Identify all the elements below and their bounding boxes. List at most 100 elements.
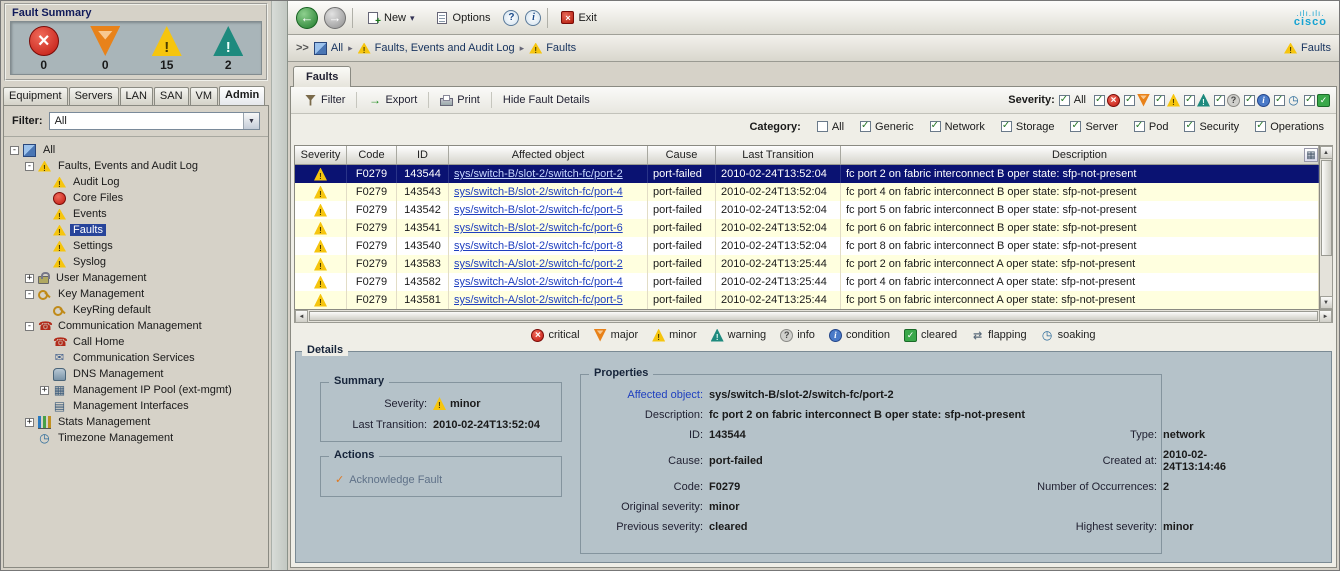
tree-expander[interactable]: - (25, 161, 34, 171)
affected-object-link[interactable]: sys/switch-B/slot-2/switch-fc/port-6 (454, 222, 623, 234)
chevron-down-icon[interactable] (243, 113, 259, 129)
affected-object-link[interactable]: sys/switch-A/slot-2/switch-fc/port-5 (454, 294, 623, 306)
column-header-code[interactable]: Code (347, 146, 397, 164)
tab-faults[interactable]: Faults (293, 66, 352, 87)
category-operations[interactable]: Operations (1255, 120, 1324, 133)
tree-item-faults[interactable]: +Faults (6, 222, 266, 238)
tree-item-core-files[interactable]: +Core Files (6, 190, 266, 206)
table-row-143541[interactable]: F0279143541 sys/switch-B/slot-2/switch-fc… (295, 219, 1319, 237)
tree-item-call-home[interactable]: +Call Home (6, 334, 266, 350)
column-header-id[interactable]: ID (397, 146, 449, 164)
breadcrumb-item-all[interactable]: All (313, 41, 343, 55)
category-all[interactable]: All (816, 121, 844, 133)
tree-item-syslog[interactable]: +Syslog (6, 254, 266, 270)
scrollbar-thumb[interactable] (1320, 160, 1332, 256)
pane-splitter[interactable] (271, 1, 288, 570)
table-row-143581[interactable]: F0279143581 sys/switch-A/slot-2/switch-fc… (295, 291, 1319, 309)
tree-item-timezone-management[interactable]: +Timezone Management (6, 430, 266, 446)
category-operations-checkbox[interactable] (1255, 120, 1267, 132)
affected-object-link[interactable]: sys/switch-B/slot-2/switch-fc/port-5 (454, 204, 623, 216)
nav-tab-servers[interactable]: Servers (68, 87, 119, 105)
tree-expander[interactable]: - (25, 289, 34, 299)
tree-item-communication-services[interactable]: +Communication Services (6, 350, 266, 366)
new-button[interactable]: New (359, 8, 422, 28)
tree-expander[interactable]: + (25, 417, 34, 427)
tree-item-settings[interactable]: +Settings (6, 238, 266, 254)
hide-fault-details-button[interactable]: Hide Fault Details (496, 92, 597, 108)
scroll-left-button[interactable] (295, 310, 308, 323)
category-security[interactable]: Security (1184, 120, 1239, 133)
help-button[interactable] (503, 9, 520, 26)
category-network-checkbox[interactable] (929, 120, 941, 132)
tree-item-audit-log[interactable]: +Audit Log (6, 174, 266, 190)
severity-minor-checkbox[interactable] (1154, 94, 1165, 106)
nav-tab-equipment[interactable]: Equipment (3, 87, 68, 105)
table-row-143543[interactable]: F0279143543 sys/switch-B/slot-2/switch-fc… (295, 183, 1319, 201)
filter-dropdown[interactable]: All (48, 112, 260, 130)
affected-object-link[interactable]: sys/switch-A/slot-2/switch-fc/port-2 (454, 258, 623, 270)
nav-tab-vm[interactable]: VM (189, 87, 219, 105)
table-row-143583[interactable]: F0279143583 sys/switch-A/slot-2/switch-fc… (295, 255, 1319, 273)
category-all-checkbox[interactable] (816, 121, 828, 132)
nav-tab-san[interactable]: SAN (153, 87, 189, 105)
breadcrumb-item-faults-events-and-audit-log[interactable]: Faults, Events and Audit Log (358, 42, 515, 55)
exit-button[interactable]: Exit (554, 7, 603, 28)
tree-expander[interactable]: + (25, 273, 34, 283)
tree-item-dns-management[interactable]: +DNS Management (6, 366, 266, 382)
affected-object-link[interactable]: sys/switch-B/slot-2/switch-fc/port-2 (454, 168, 623, 180)
tree-item-user-management[interactable]: + User Management (6, 270, 266, 286)
tree-item-communication-management[interactable]: - Communication Management (6, 318, 266, 334)
table-row-143544[interactable]: F0279143544 sys/switch-B/slot-2/switch-fc… (295, 165, 1319, 183)
scroll-right-button[interactable] (1319, 310, 1332, 323)
affected-object-link[interactable]: sys/switch-B/slot-2/switch-fc/port-8 (454, 240, 623, 252)
column-header-severity[interactable]: Severity (295, 146, 347, 164)
table-row-143582[interactable]: F0279143582 sys/switch-A/slot-2/switch-fc… (295, 273, 1319, 291)
column-header-last-transition[interactable]: Last Transition (716, 146, 841, 164)
severity-critical-checkbox[interactable] (1094, 94, 1105, 106)
scrollbar-thumb[interactable] (309, 311, 1318, 321)
tree-expander[interactable]: - (10, 145, 19, 155)
table-row-143542[interactable]: F0279143542 sys/switch-B/slot-2/switch-fc… (295, 201, 1319, 219)
category-storage-checkbox[interactable] (1000, 120, 1012, 132)
tree-item-events[interactable]: +Events (6, 206, 266, 222)
severity-cleared-checkbox[interactable] (1304, 94, 1315, 106)
affected-object-link[interactable]: sys/switch-B/slot-2/switch-fc/port-4 (454, 186, 623, 198)
category-generic[interactable]: Generic (860, 120, 914, 133)
severity-condition-checkbox[interactable] (1244, 94, 1255, 106)
tree-expander[interactable]: - (25, 321, 34, 331)
category-server[interactable]: Server (1070, 120, 1118, 133)
tree-item-key-management[interactable]: - Key Management (6, 286, 266, 302)
export-button[interactable]: Export (361, 92, 424, 109)
tree-item-stats-management[interactable]: + Stats Management (6, 414, 266, 430)
info-button[interactable] (525, 9, 542, 26)
severity-major-checkbox[interactable] (1124, 94, 1135, 106)
options-button[interactable]: Options (428, 8, 498, 28)
category-storage[interactable]: Storage (1000, 120, 1054, 133)
scroll-down-button[interactable] (1319, 296, 1333, 309)
filter-button[interactable]: Filter (297, 92, 352, 109)
category-network[interactable]: Network (929, 120, 985, 133)
severity-info-checkbox[interactable] (1214, 94, 1225, 106)
scroll-up-button[interactable] (1319, 146, 1333, 159)
nav-tab-lan[interactable]: LAN (119, 87, 153, 105)
affected-object-label[interactable]: Affected object: (591, 389, 703, 401)
back-button[interactable] (296, 6, 318, 29)
print-button[interactable]: Print (433, 92, 487, 108)
vertical-scrollbar[interactable] (1319, 145, 1333, 310)
affected-object-link[interactable]: sys/switch-A/slot-2/switch-fc/port-4 (454, 276, 623, 288)
tree-item-keyring-default[interactable]: +KeyRing default (6, 302, 266, 318)
column-header-description[interactable]: Description (841, 146, 1319, 164)
tree-item-faults-events-and-audit-log[interactable]: - Faults, Events and Audit Log (6, 158, 266, 174)
severity-soaking-checkbox[interactable] (1274, 94, 1285, 106)
category-pod-checkbox[interactable] (1133, 120, 1145, 132)
horizontal-scrollbar[interactable] (294, 310, 1333, 323)
tree-item-management-ip-pool-ext-mgmt[interactable]: + Management IP Pool (ext-mgmt) (6, 382, 266, 398)
nav-tab-admin[interactable]: Admin (219, 86, 266, 105)
tree-expander[interactable]: + (40, 385, 49, 395)
forward-button[interactable] (324, 6, 346, 29)
column-header-cause[interactable]: Cause (648, 146, 716, 164)
column-chooser-icon[interactable] (1304, 148, 1318, 162)
category-security-checkbox[interactable] (1184, 120, 1196, 132)
category-pod[interactable]: Pod (1133, 120, 1168, 133)
breadcrumb-item-faults[interactable]: Faults (529, 42, 576, 55)
